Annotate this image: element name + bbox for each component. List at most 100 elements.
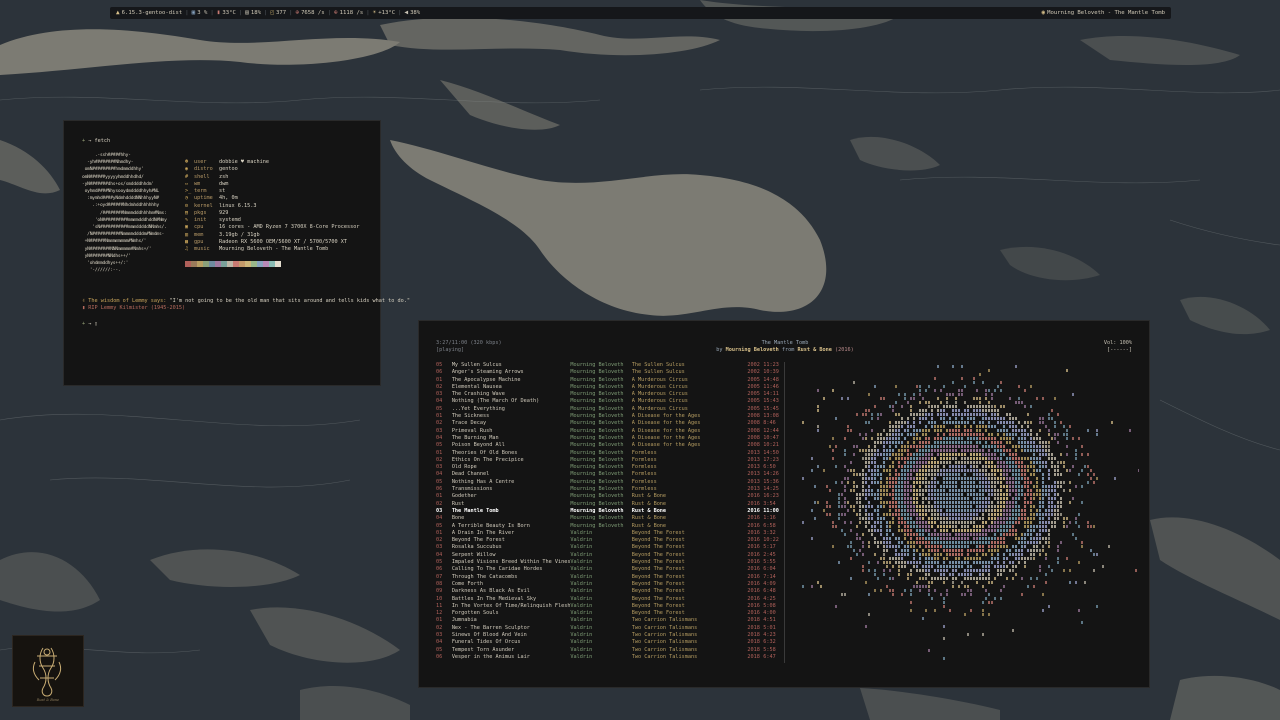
visualizer-cell (904, 553, 906, 556)
visualizer-cell (835, 481, 837, 484)
track-row[interactable]: 10 Battles In The Medieval Sky Valdrin Beyo… (436, 596, 781, 603)
visualizer-cell (952, 433, 954, 436)
terminal-fetch[interactable]: + → fetch .-ssh#####hhy- -yh########Nhmd… (63, 120, 410, 386)
visualizer-cell (883, 397, 885, 400)
track-dur: 4:09 (763, 580, 776, 587)
visualizer-cell (1024, 521, 1026, 524)
track-row[interactable]: 12 Forgotten Souls Valdrin Beyond The Fores… (436, 610, 781, 617)
visualizer-cell (877, 489, 879, 492)
visualizer-cell (895, 537, 897, 540)
track-album: Formless (631, 456, 657, 463)
visualizer-cell (814, 485, 816, 488)
track-no: 04 (436, 515, 443, 522)
track-row[interactable]: 04 Bone Mourning Beloveth Rust & Bone 2016 1:… (436, 515, 781, 522)
track-year: 2016 (747, 551, 760, 558)
visualizer-cell (970, 477, 972, 480)
track-row[interactable]: 03 Primeval Rush Mourning Beloveth A Diseas… (436, 428, 781, 435)
track-row[interactable]: 01 A Drain In The River Valdrin Beyond The … (436, 530, 781, 537)
visualizer-cell (952, 437, 954, 440)
track-row[interactable]: 05 Impaled Visions Breed Within The Vines… (436, 559, 781, 566)
track-row[interactable]: 01 Godether Mourning Beloveth Rust & Bone 20… (436, 493, 781, 500)
volume-display[interactable]: Vol: 100% [------] (1104, 340, 1132, 354)
track-row[interactable]: 02 Beyond The Forest Valdrin Beyond The For… (436, 537, 781, 544)
visualizer-cell (922, 477, 924, 480)
visualizer-cell (880, 521, 882, 524)
track-row[interactable]: 04 Dead Channel Mourning Beloveth Formless 2… (436, 471, 781, 478)
track-row[interactable]: 06 Vesper in the Animus Lair Valdrin Two Ca… (436, 654, 781, 661)
track-row-current[interactable]: 03 The Mantle Tomb Mourning Beloveth Rust &… (436, 508, 781, 515)
track-row[interactable]: 02 Ethics On The Precipice Mourning Belove… (436, 457, 781, 464)
memory-icon: ▤ (245, 9, 249, 16)
visualizer-cell (946, 401, 948, 404)
visualizer-cell (949, 553, 951, 556)
track-row[interactable]: 06 Calling To The Caridae Hordes Valdrin Be… (436, 566, 781, 573)
track-row[interactable]: 02 Trace Decay Mourning Beloveth A Disease … (436, 420, 781, 427)
track-title: Poison Beyond All (451, 442, 505, 449)
track-row[interactable]: 01 The Apocalypse Machine Mourning Belovet… (436, 377, 781, 384)
track-row[interactable]: 02 Elemental Nausea Mourning Beloveth A Mur… (436, 384, 781, 391)
visualizer-cell (871, 473, 873, 476)
visualizer-cell (901, 549, 903, 552)
track-row[interactable]: 04 The Burning Man Mourning Beloveth A Dise… (436, 435, 781, 442)
visualizer-cell (856, 413, 858, 416)
visualizer-cell (916, 505, 918, 508)
visualizer-cell (1039, 565, 1041, 568)
visualizer-cell (1018, 461, 1020, 464)
visualizer-cell (1009, 509, 1011, 512)
track-row[interactable]: 05 A Terrible Beauty Is Born Mourning Belo… (436, 523, 781, 530)
track-row[interactable]: 01 The Sickness Mourning Beloveth A Disease… (436, 413, 781, 420)
track-row[interactable]: 02 Rust Mourning Beloveth Rust & Bone 2016 3:… (436, 501, 781, 508)
visualizer-cell (895, 457, 897, 460)
visualizer-cell (949, 405, 951, 408)
visualizer-cell (979, 441, 981, 444)
visualizer-cell (1138, 469, 1139, 472)
track-row[interactable]: 05 Poison Beyond All Mourning Beloveth A Di… (436, 442, 781, 449)
prompt-line-bottom[interactable]: + → ▯ (82, 321, 98, 328)
track-row[interactable]: 05 Tempest Torn Asunder Valdrin Two Carrion… (436, 647, 781, 654)
visualizer-cell (898, 509, 900, 512)
visualizer-cell (1015, 417, 1017, 420)
visualizer-cell (973, 517, 975, 520)
visualizer-cell (910, 453, 912, 456)
visualizer-cell (970, 493, 972, 496)
visualizer-cell (982, 549, 984, 552)
visualizer-cell (997, 481, 999, 484)
visualizer-cell (937, 505, 939, 508)
now-playing-segment[interactable]: ◉ Mourning Beloveth - The Mantle Tomb (1042, 7, 1166, 19)
track-row[interactable]: 09 Darkness As Black As Evil Valdrin Beyond… (436, 588, 781, 595)
visualizer-cell (931, 417, 933, 420)
visualizer-cell (922, 481, 924, 484)
track-row[interactable]: 05 My Sullen Sulcus Mourning Beloveth The S… (436, 362, 781, 369)
visualizer-cell (1054, 469, 1056, 472)
track-row[interactable]: 02 Nex - The Barren Sculptor Valdrin Two Ca… (436, 625, 781, 632)
track-row[interactable]: 04 Funeral Tides Of Orcus Valdrin Two Carri… (436, 639, 781, 646)
track-row[interactable]: 11 In The Vortex Of Time/Relinquish Flesh… (436, 603, 781, 610)
track-row[interactable]: 04 Serpent Willow Valdrin Beyond The Forest… (436, 552, 781, 559)
track-row[interactable]: 06 Transmissions Mourning Beloveth Formless… (436, 486, 781, 493)
visualizer-cell (1060, 453, 1062, 456)
terminal-music-player[interactable]: 3:27/11:00 (320 kbps) [playing] The Mant… (418, 320, 1150, 688)
visualizer-cell (1039, 541, 1041, 544)
track-row[interactable]: 03 Old Rope Mourning Beloveth Formless 2013 6… (436, 464, 781, 471)
track-row[interactable]: 08 Come Forth Valdrin Beyond The Forest 2016… (436, 581, 781, 588)
visualizer-cell (973, 413, 975, 416)
visualizer-cell (976, 537, 978, 540)
visualizer-cell (880, 501, 882, 504)
visualizer-cell (988, 573, 990, 576)
track-row[interactable]: 01 Theories Of Old Bones Mourning Beloveth… (436, 450, 781, 457)
visualizer-cell (1030, 437, 1032, 440)
visualizer-cell (997, 545, 999, 548)
track-row[interactable]: 03 The Crashing Wave Mourning Beloveth A Mu… (436, 391, 781, 398)
visualizer-cell (928, 537, 930, 540)
volume-segment[interactable]: ◀ 38% (404, 7, 420, 19)
track-row[interactable]: 05 Nothing Has A Centre Mourning Beloveth F… (436, 479, 781, 486)
visualizer-cell (967, 513, 969, 516)
track-row[interactable]: 07 Through The Catacombs Valdrin Beyond The… (436, 574, 781, 581)
track-row[interactable]: 06 Anger's Steaming Arrows Mourning Belove… (436, 369, 781, 376)
track-row[interactable]: 03 Sinews Of Blood And Vein Valdrin Two Car… (436, 632, 781, 639)
track-row[interactable]: 04 Nothing (The March Of Death) Mourning B… (436, 398, 781, 405)
track-row[interactable]: 05 ...Yet Everything Mourning Beloveth A Mu… (436, 406, 781, 413)
track-row[interactable]: 01 Jumnabia Valdrin Two Carrion Talismans 20… (436, 617, 781, 624)
track-row[interactable]: 03 Rosalka Succubus Valdrin Beyond The Fore… (436, 544, 781, 551)
track-dur: 6:47 (763, 653, 776, 660)
